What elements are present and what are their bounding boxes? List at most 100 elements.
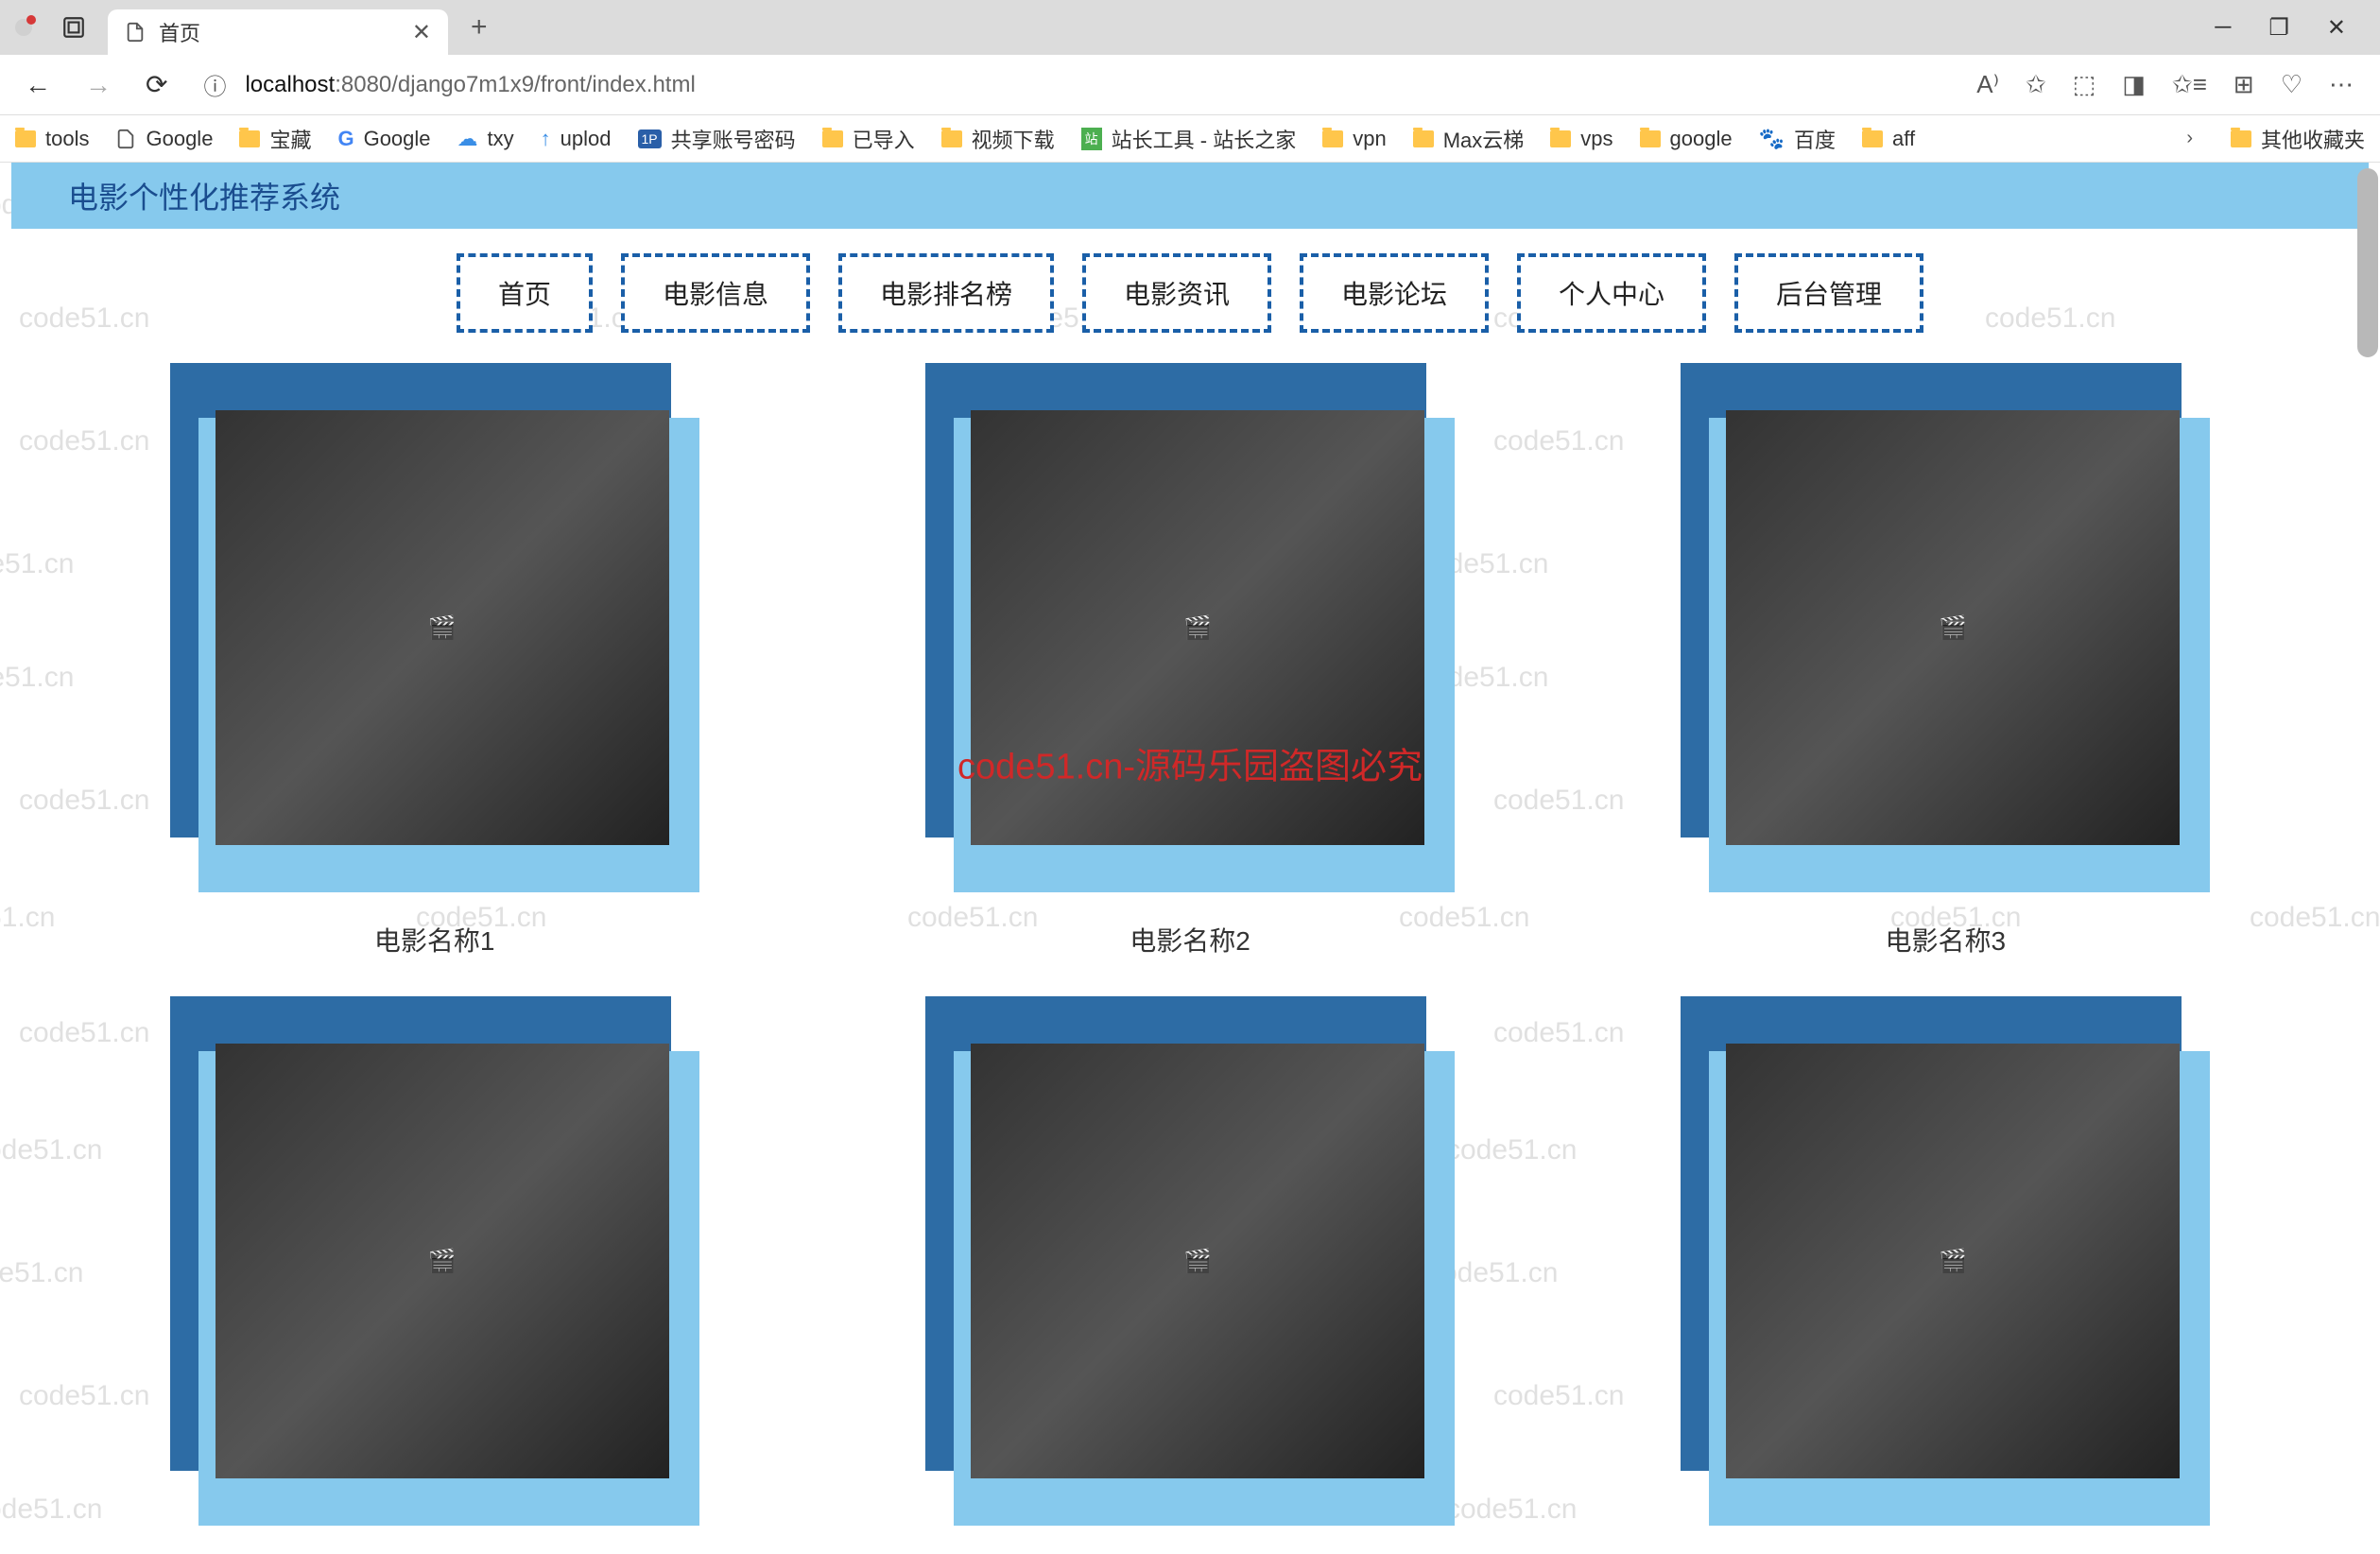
url-host: localhost [245,72,335,97]
favorites-icon[interactable]: ✩≡ [2172,70,2207,99]
google-icon: G [337,127,354,151]
profile-icon[interactable] [15,19,32,36]
upload-icon: ↑ [541,127,551,151]
star-icon[interactable]: ✩ [2026,70,2046,99]
nav-admin[interactable]: 后台管理 [1734,253,1923,333]
folder-icon [822,130,843,147]
read-aloud-icon[interactable]: A⁾ [1976,70,1999,99]
extensions-icon[interactable]: ⬚ [2073,70,2096,99]
poster-image: 🎬 [1726,410,2180,845]
zz-icon: 站 [1081,128,1102,150]
bookmark-imported[interactable]: 已导入 [822,124,915,154]
folder-icon [1550,130,1571,147]
tab-close-icon[interactable]: ✕ [412,19,431,46]
movie-card[interactable]: 🎬 [850,996,1529,1554]
scrollbar-thumb[interactable] [2357,168,2378,357]
bookmark-vps[interactable]: vps [1550,127,1613,151]
forward-button[interactable]: → [76,66,121,104]
nav-news[interactable]: 电影资讯 [1082,253,1271,333]
movie-card[interactable]: 🎬 [95,996,774,1554]
address-bar: ← → ⟳ ⓘ localhost:8080/django7m1x9/front… [0,55,2380,115]
bookmark-aff[interactable]: aff [1862,127,1915,151]
folder-icon [1862,130,1883,147]
poster-wrap: 🎬 [1681,996,2210,1526]
url-input[interactable]: localhost:8080/django7m1x9/front/index.h… [237,64,1976,106]
workspaces-icon[interactable] [51,5,96,50]
bookmark-txy[interactable]: ☁txy [457,127,514,151]
browser-tab[interactable]: 首页 ✕ [108,9,448,55]
poster-wrap: 🎬 [925,363,1455,892]
new-tab-button[interactable]: + [471,11,488,43]
nav-movie-info[interactable]: 电影信息 [621,253,810,333]
tab-strip: 首页 ✕ + ─ ❐ ✕ [0,0,2380,55]
folder-icon [1322,130,1343,147]
watermark-center: code51.cn-源码乐园盗图必究 [957,737,1423,789]
movie-grid: 🎬 电影名称1 🎬 电影名称2 🎬 电影名称3 🎬 [0,363,2380,1554]
nav-forum[interactable]: 电影论坛 [1300,253,1489,333]
bookmark-shared[interactable]: 1P共享账号密码 [638,124,796,154]
bookmarks-bar: tools Google 宝藏 GGoogle ☁txy ↑uplod 1P共享… [0,115,2380,163]
movie-card[interactable]: 🎬 [1606,996,2285,1554]
bookmark-vpn[interactable]: vpn [1322,127,1386,151]
bookmark-max[interactable]: Max云梯 [1413,124,1525,154]
movie-title: 电影名称1 [374,921,495,958]
page-icon [125,22,146,43]
cloud-icon: ☁ [457,127,478,151]
nav-ranking[interactable]: 电影排名榜 [838,253,1054,333]
poster-image: 🎬 [1726,1044,2180,1478]
movie-card[interactable]: 🎬 电影名称3 [1606,363,2285,958]
movie-title: 电影名称3 [1886,921,2007,958]
window-controls: ─ ❐ ✕ [2215,14,2372,42]
back-button[interactable]: ← [15,66,60,104]
close-button[interactable]: ✕ [2327,14,2346,42]
poster-image: 🎬 [971,1044,1424,1478]
refresh-button[interactable]: ⟳ [136,65,177,104]
browser-chrome: 首页 ✕ + ─ ❐ ✕ ← → ⟳ ⓘ localhost:8080/djan… [0,0,2380,163]
bookmark-google-page[interactable]: Google [115,127,213,151]
bookmark-google-folder[interactable]: google [1640,127,1733,151]
split-icon[interactable]: ◨ [2122,70,2146,99]
folder-icon [1413,130,1434,147]
folder-icon [2231,130,2251,147]
baidu-icon: 🐾 [1759,127,1785,151]
menu-icon[interactable]: ⋯ [2329,70,2354,99]
folder-icon [15,130,36,147]
bookmark-uplod[interactable]: ↑uplod [541,127,612,151]
bookmark-baozang[interactable]: 宝藏 [239,124,311,154]
movie-card[interactable]: 🎬 电影名称2 [850,363,1529,958]
tab-title: 首页 [159,17,393,47]
bookmarks-overflow-icon[interactable]: › [2186,128,2193,149]
1p-icon: 1P [638,130,662,148]
poster-wrap: 🎬 [170,996,699,1526]
movie-title: 电影名称2 [1130,921,1250,958]
heart-icon[interactable]: ♡ [2281,70,2302,99]
poster-image: 🎬 [216,410,669,845]
page-icon [115,129,136,149]
page-header: 电影个性化推荐系统 [11,163,2369,229]
bookmark-other[interactable]: 其他收藏夹 [2231,124,2365,154]
bookmark-video[interactable]: 视频下载 [941,124,1055,154]
bookmark-google[interactable]: GGoogle [337,127,430,151]
bookmark-baidu[interactable]: 🐾百度 [1759,124,1836,154]
page-content: 电影个性化推荐系统 首页 电影信息 电影排名榜 电影资讯 电影论坛 个人中心 后… [0,163,2380,1554]
poster-wrap: 🎬 [1681,363,2210,892]
folder-icon [1640,130,1661,147]
bookmark-tools[interactable]: tools [15,127,89,151]
url-path: :8080/django7m1x9/front/index.html [335,72,696,97]
site-info-icon[interactable]: ⓘ [203,68,226,101]
page-title: 电影个性化推荐系统 [68,174,340,217]
bookmark-zhanzhang[interactable]: 站站长工具 - 站长之家 [1081,124,1297,154]
collections-icon[interactable]: ⊞ [2233,70,2254,99]
folder-icon [239,130,260,147]
nav-menu: 首页 电影信息 电影排名榜 电影资讯 电影论坛 个人中心 后台管理 [0,229,2380,363]
poster-wrap: 🎬 [925,996,1455,1526]
nav-personal[interactable]: 个人中心 [1517,253,1706,333]
folder-icon [941,130,962,147]
poster-image: 🎬 [216,1044,669,1478]
minimize-button[interactable]: ─ [2215,14,2231,42]
maximize-button[interactable]: ❐ [2268,14,2289,42]
movie-card[interactable]: 🎬 电影名称1 [95,363,774,958]
nav-home[interactable]: 首页 [457,253,593,333]
poster-wrap: 🎬 [170,363,699,892]
address-icons: A⁾ ✩ ⬚ ◨ ✩≡ ⊞ ♡ ⋯ [1976,70,2354,99]
